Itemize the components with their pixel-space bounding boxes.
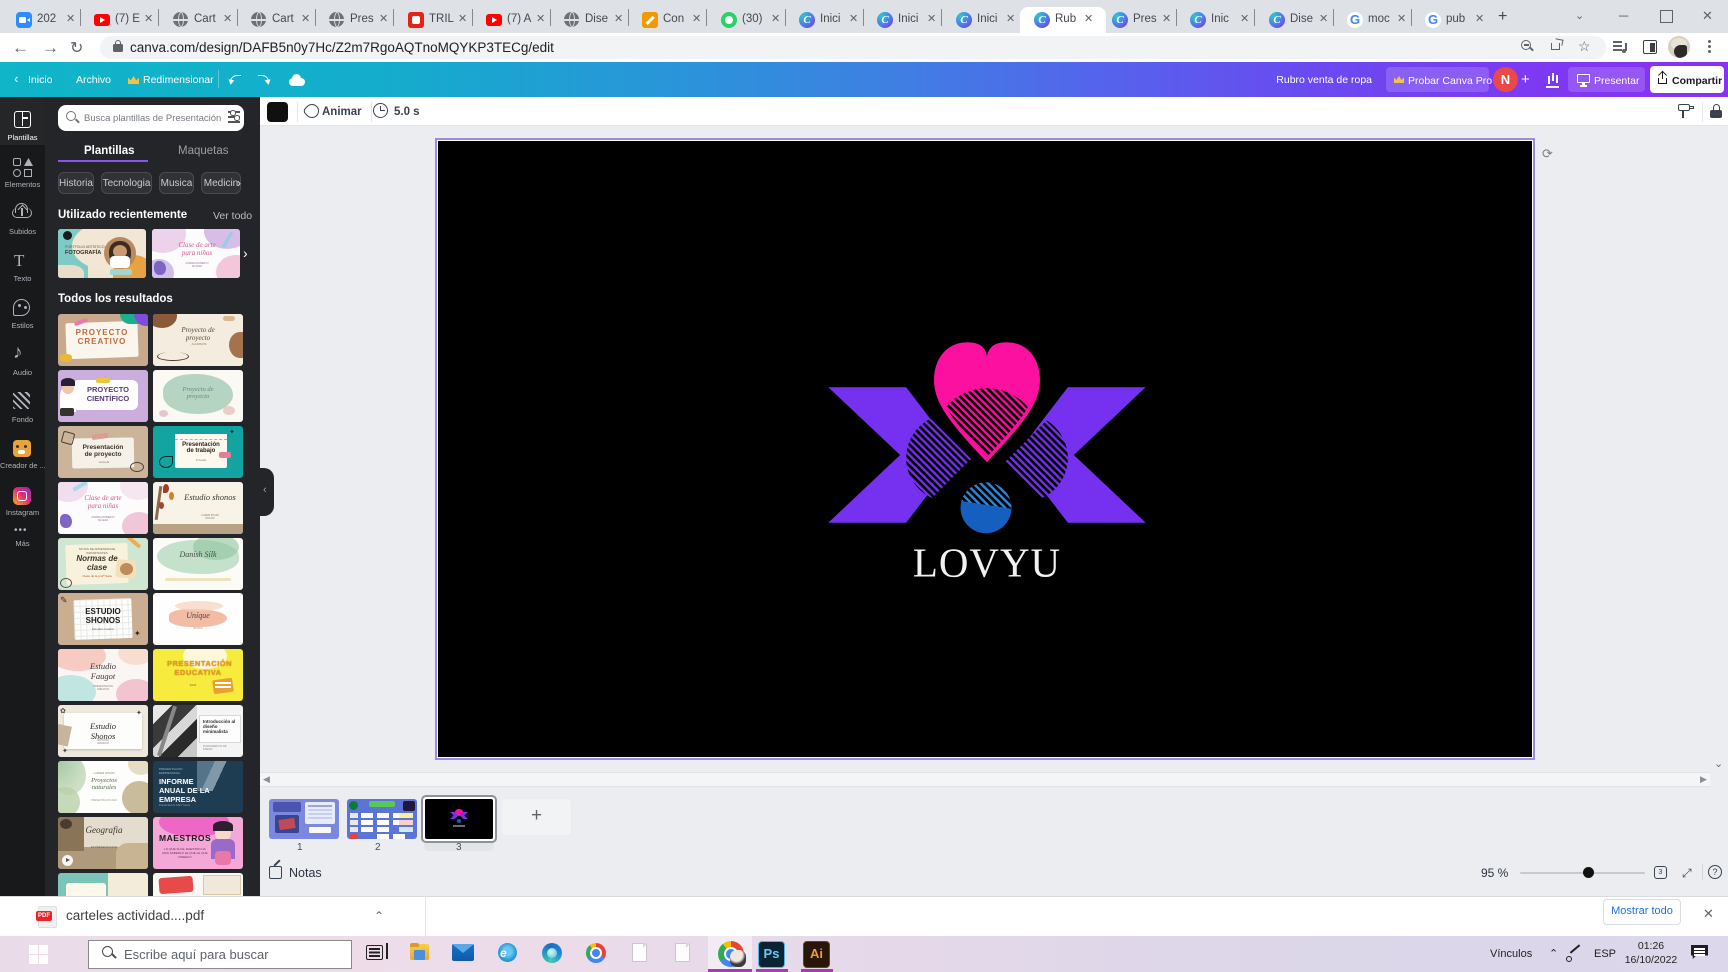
svg-text:LOVYU: LOVYU <box>913 541 1061 586</box>
